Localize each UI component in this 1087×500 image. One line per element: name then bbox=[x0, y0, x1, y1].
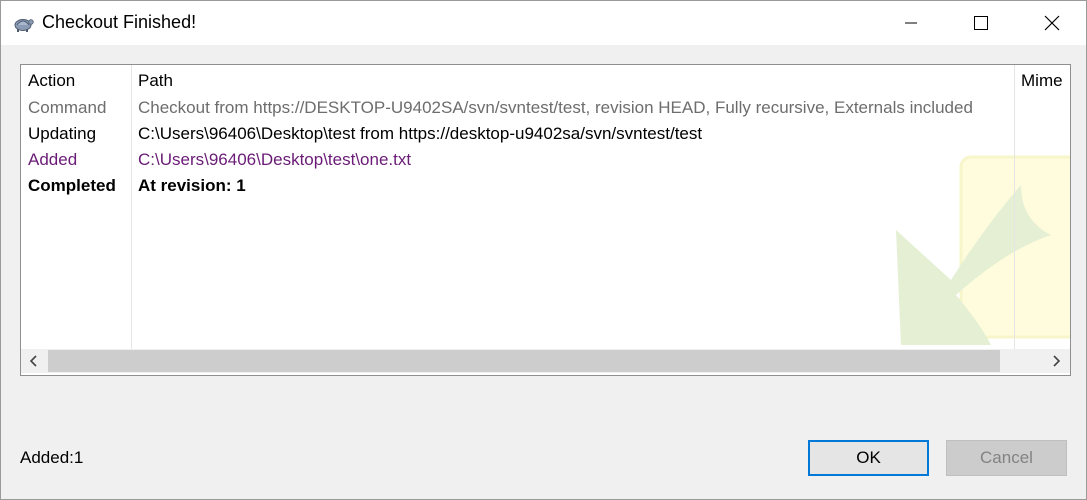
list-row-completed[interactable]: Completed At revision: 1 bbox=[21, 173, 1070, 199]
list-row-command[interactable]: Command Checkout from https://DESKTOP-U9… bbox=[21, 95, 1070, 121]
row-action: Command bbox=[28, 98, 107, 117]
column-header-action[interactable]: Action bbox=[28, 71, 75, 91]
list-row-added[interactable]: Added C:\Users\96406\Desktop\test\one.tx… bbox=[21, 147, 1070, 173]
list-header: Action Path Mime bbox=[21, 65, 1070, 95]
column-header-mime[interactable]: Mime bbox=[1021, 71, 1063, 91]
row-action: Added bbox=[28, 150, 78, 169]
status-summary: Added:1 bbox=[20, 448, 84, 467]
title-bar: Checkout Finished! bbox=[1, 1, 1086, 45]
scroll-right-icon[interactable] bbox=[1049, 353, 1063, 369]
scroll-left-icon[interactable] bbox=[27, 353, 41, 369]
close-button[interactable] bbox=[1029, 1, 1075, 45]
column-header-path[interactable]: Path bbox=[138, 71, 173, 91]
action-list[interactable]: Action Path Mime Command Checkout from h… bbox=[20, 64, 1071, 376]
tortoise-icon bbox=[14, 19, 34, 32]
row-path: Checkout from https://DESKTOP-U9402SA/sv… bbox=[138, 98, 973, 117]
checkout-dialog: Checkout Finished! Action Path Mime Comm… bbox=[0, 0, 1087, 500]
list-row-updating[interactable]: Updating C:\Users\96406\Desktop\test fro… bbox=[21, 121, 1070, 147]
cancel-button[interactable]: Cancel bbox=[946, 440, 1067, 476]
row-path: At revision: 1 bbox=[138, 176, 246, 195]
scrollbar-thumb[interactable] bbox=[48, 350, 1000, 372]
minimize-icon bbox=[905, 22, 917, 24]
row-action: Completed bbox=[28, 176, 116, 195]
row-path: C:\Users\96406\Desktop\test from https:/… bbox=[138, 124, 703, 143]
maximize-button[interactable] bbox=[958, 1, 1004, 45]
close-icon bbox=[1044, 15, 1060, 31]
horizontal-scrollbar[interactable] bbox=[21, 349, 1070, 373]
row-action: Updating bbox=[28, 124, 97, 143]
maximize-icon bbox=[974, 16, 988, 30]
row-path: C:\Users\96406\Desktop\test\one.txt bbox=[138, 150, 412, 169]
minimize-button[interactable] bbox=[888, 1, 934, 45]
window-title: Checkout Finished! bbox=[42, 12, 197, 32]
ok-button[interactable]: OK bbox=[808, 440, 929, 476]
